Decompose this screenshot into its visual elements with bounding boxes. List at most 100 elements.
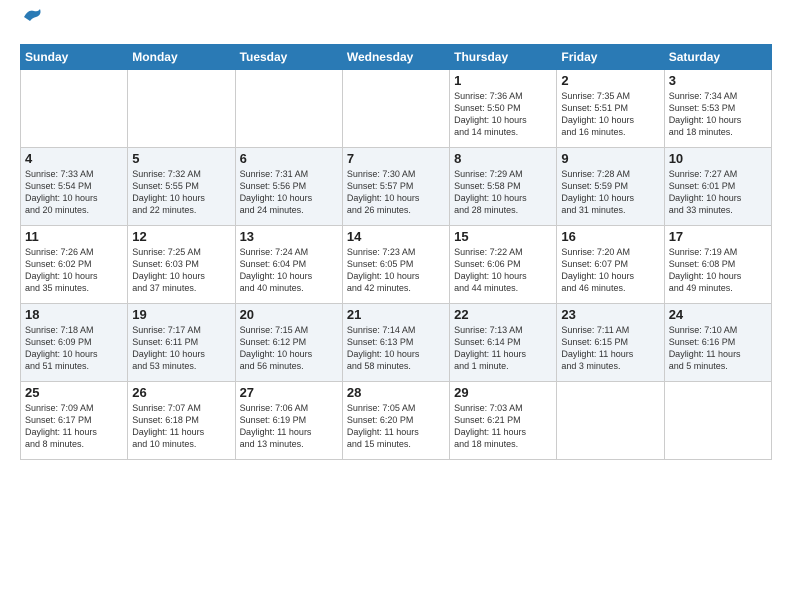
day-number: 19 [132, 307, 230, 322]
day-info: Sunrise: 7:20 AM Sunset: 6:07 PM Dayligh… [561, 246, 659, 295]
day-number: 22 [454, 307, 552, 322]
day-number: 13 [240, 229, 338, 244]
logo [20, 16, 44, 36]
calendar-cell: 3 Sunrise: 7:34 AM Sunset: 5:53 PM Daylig… [664, 69, 771, 147]
col-header-saturday: Saturday [664, 44, 771, 69]
calendar-cell: 23 Sunrise: 7:11 AM Sunset: 6:15 PM Dayli… [557, 303, 664, 381]
day-number: 7 [347, 151, 445, 166]
day-info: Sunrise: 7:34 AM Sunset: 5:53 PM Dayligh… [669, 90, 767, 139]
day-number: 8 [454, 151, 552, 166]
day-info: Sunrise: 7:23 AM Sunset: 6:05 PM Dayligh… [347, 246, 445, 295]
calendar-cell: 7 Sunrise: 7:30 AM Sunset: 5:57 PM Daylig… [342, 147, 449, 225]
col-header-friday: Friday [557, 44, 664, 69]
day-number: 14 [347, 229, 445, 244]
day-info: Sunrise: 7:22 AM Sunset: 6:06 PM Dayligh… [454, 246, 552, 295]
day-info: Sunrise: 7:31 AM Sunset: 5:56 PM Dayligh… [240, 168, 338, 217]
calendar-cell: 18 Sunrise: 7:18 AM Sunset: 6:09 PM Dayli… [21, 303, 128, 381]
day-info: Sunrise: 7:36 AM Sunset: 5:50 PM Dayligh… [454, 90, 552, 139]
day-number: 1 [454, 73, 552, 88]
day-info: Sunrise: 7:06 AM Sunset: 6:19 PM Dayligh… [240, 402, 338, 451]
day-number: 21 [347, 307, 445, 322]
day-number: 20 [240, 307, 338, 322]
day-number: 28 [347, 385, 445, 400]
calendar-cell: 4 Sunrise: 7:33 AM Sunset: 5:54 PM Daylig… [21, 147, 128, 225]
day-number: 25 [25, 385, 123, 400]
calendar-cell: 25 Sunrise: 7:09 AM Sunset: 6:17 PM Dayli… [21, 381, 128, 459]
day-number: 27 [240, 385, 338, 400]
calendar-cell: 26 Sunrise: 7:07 AM Sunset: 6:18 PM Dayli… [128, 381, 235, 459]
calendar-cell: 16Sunrise: 7:20 AM Sunset: 6:07 PM Dayli… [557, 225, 664, 303]
calendar-cell [342, 69, 449, 147]
day-info: Sunrise: 7:27 AM Sunset: 6:01 PM Dayligh… [669, 168, 767, 217]
logo-bird-icon [22, 7, 44, 27]
col-header-monday: Monday [128, 44, 235, 69]
day-number: 10 [669, 151, 767, 166]
week-row-2: 4 Sunrise: 7:33 AM Sunset: 5:54 PM Daylig… [21, 147, 772, 225]
day-info: Sunrise: 7:03 AM Sunset: 6:21 PM Dayligh… [454, 402, 552, 451]
day-info: Sunrise: 7:19 AM Sunset: 6:08 PM Dayligh… [669, 246, 767, 295]
calendar-cell: 20 Sunrise: 7:15 AM Sunset: 6:12 PM Dayli… [235, 303, 342, 381]
day-number: 18 [25, 307, 123, 322]
calendar-cell: 6 Sunrise: 7:31 AM Sunset: 5:56 PM Daylig… [235, 147, 342, 225]
col-header-sunday: Sunday [21, 44, 128, 69]
calendar-cell: 2Sunrise: 7:35 AM Sunset: 5:51 PM Daylig… [557, 69, 664, 147]
calendar-cell: 9Sunrise: 7:28 AM Sunset: 5:59 PM Daylig… [557, 147, 664, 225]
day-number: 4 [25, 151, 123, 166]
day-number: 6 [240, 151, 338, 166]
day-info: Sunrise: 7:07 AM Sunset: 6:18 PM Dayligh… [132, 402, 230, 451]
calendar-cell: 29 Sunrise: 7:03 AM Sunset: 6:21 PM Dayli… [450, 381, 557, 459]
calendar-cell: 15 Sunrise: 7:22 AM Sunset: 6:06 PM Dayli… [450, 225, 557, 303]
day-info: Sunrise: 7:05 AM Sunset: 6:20 PM Dayligh… [347, 402, 445, 451]
day-number: 2 [561, 73, 659, 88]
week-row-3: 11 Sunrise: 7:26 AM Sunset: 6:02 PM Dayli… [21, 225, 772, 303]
day-info: Sunrise: 7:10 AM Sunset: 6:16 PM Dayligh… [669, 324, 767, 373]
day-info: Sunrise: 7:17 AM Sunset: 6:11 PM Dayligh… [132, 324, 230, 373]
calendar-cell: 14 Sunrise: 7:23 AM Sunset: 6:05 PM Dayli… [342, 225, 449, 303]
day-number: 29 [454, 385, 552, 400]
col-header-wednesday: Wednesday [342, 44, 449, 69]
day-number: 26 [132, 385, 230, 400]
header [20, 16, 772, 36]
day-info: Sunrise: 7:29 AM Sunset: 5:58 PM Dayligh… [454, 168, 552, 217]
day-info: Sunrise: 7:24 AM Sunset: 6:04 PM Dayligh… [240, 246, 338, 295]
calendar-cell: 24 Sunrise: 7:10 AM Sunset: 6:16 PM Dayli… [664, 303, 771, 381]
week-row-1: 1 Sunrise: 7:36 AM Sunset: 5:50 PM Daylig… [21, 69, 772, 147]
day-number: 23 [561, 307, 659, 322]
calendar-cell: 12Sunrise: 7:25 AM Sunset: 6:03 PM Dayli… [128, 225, 235, 303]
calendar-cell [21, 69, 128, 147]
calendar-cell: 19 Sunrise: 7:17 AM Sunset: 6:11 PM Dayli… [128, 303, 235, 381]
day-info: Sunrise: 7:09 AM Sunset: 6:17 PM Dayligh… [25, 402, 123, 451]
calendar-cell [128, 69, 235, 147]
day-info: Sunrise: 7:33 AM Sunset: 5:54 PM Dayligh… [25, 168, 123, 217]
day-info: Sunrise: 7:15 AM Sunset: 6:12 PM Dayligh… [240, 324, 338, 373]
calendar-cell: 11 Sunrise: 7:26 AM Sunset: 6:02 PM Dayli… [21, 225, 128, 303]
calendar-cell: 27 Sunrise: 7:06 AM Sunset: 6:19 PM Dayli… [235, 381, 342, 459]
day-number: 3 [669, 73, 767, 88]
page: SundayMondayTuesdayWednesdayThursdayFrid… [0, 0, 792, 612]
calendar-cell [664, 381, 771, 459]
calendar-cell: 10 Sunrise: 7:27 AM Sunset: 6:01 PM Dayli… [664, 147, 771, 225]
day-info: Sunrise: 7:14 AM Sunset: 6:13 PM Dayligh… [347, 324, 445, 373]
day-number: 5 [132, 151, 230, 166]
week-row-5: 25 Sunrise: 7:09 AM Sunset: 6:17 PM Dayli… [21, 381, 772, 459]
day-number: 12 [132, 229, 230, 244]
calendar-cell [557, 381, 664, 459]
day-number: 15 [454, 229, 552, 244]
day-info: Sunrise: 7:26 AM Sunset: 6:02 PM Dayligh… [25, 246, 123, 295]
header-row: SundayMondayTuesdayWednesdayThursdayFrid… [21, 44, 772, 69]
calendar-cell: 1 Sunrise: 7:36 AM Sunset: 5:50 PM Daylig… [450, 69, 557, 147]
day-number: 17 [669, 229, 767, 244]
day-info: Sunrise: 7:28 AM Sunset: 5:59 PM Dayligh… [561, 168, 659, 217]
day-number: 24 [669, 307, 767, 322]
calendar-cell: 21 Sunrise: 7:14 AM Sunset: 6:13 PM Dayli… [342, 303, 449, 381]
calendar-cell: 5 Sunrise: 7:32 AM Sunset: 5:55 PM Daylig… [128, 147, 235, 225]
day-info: Sunrise: 7:13 AM Sunset: 6:14 PM Dayligh… [454, 324, 552, 373]
day-number: 11 [25, 229, 123, 244]
calendar-cell: 28 Sunrise: 7:05 AM Sunset: 6:20 PM Dayli… [342, 381, 449, 459]
day-info: Sunrise: 7:32 AM Sunset: 5:55 PM Dayligh… [132, 168, 230, 217]
calendar-cell: 13 Sunrise: 7:24 AM Sunset: 6:04 PM Dayli… [235, 225, 342, 303]
day-info: Sunrise: 7:30 AM Sunset: 5:57 PM Dayligh… [347, 168, 445, 217]
col-header-thursday: Thursday [450, 44, 557, 69]
day-info: Sunrise: 7:11 AM Sunset: 6:15 PM Dayligh… [561, 324, 659, 373]
day-info: Sunrise: 7:18 AM Sunset: 6:09 PM Dayligh… [25, 324, 123, 373]
